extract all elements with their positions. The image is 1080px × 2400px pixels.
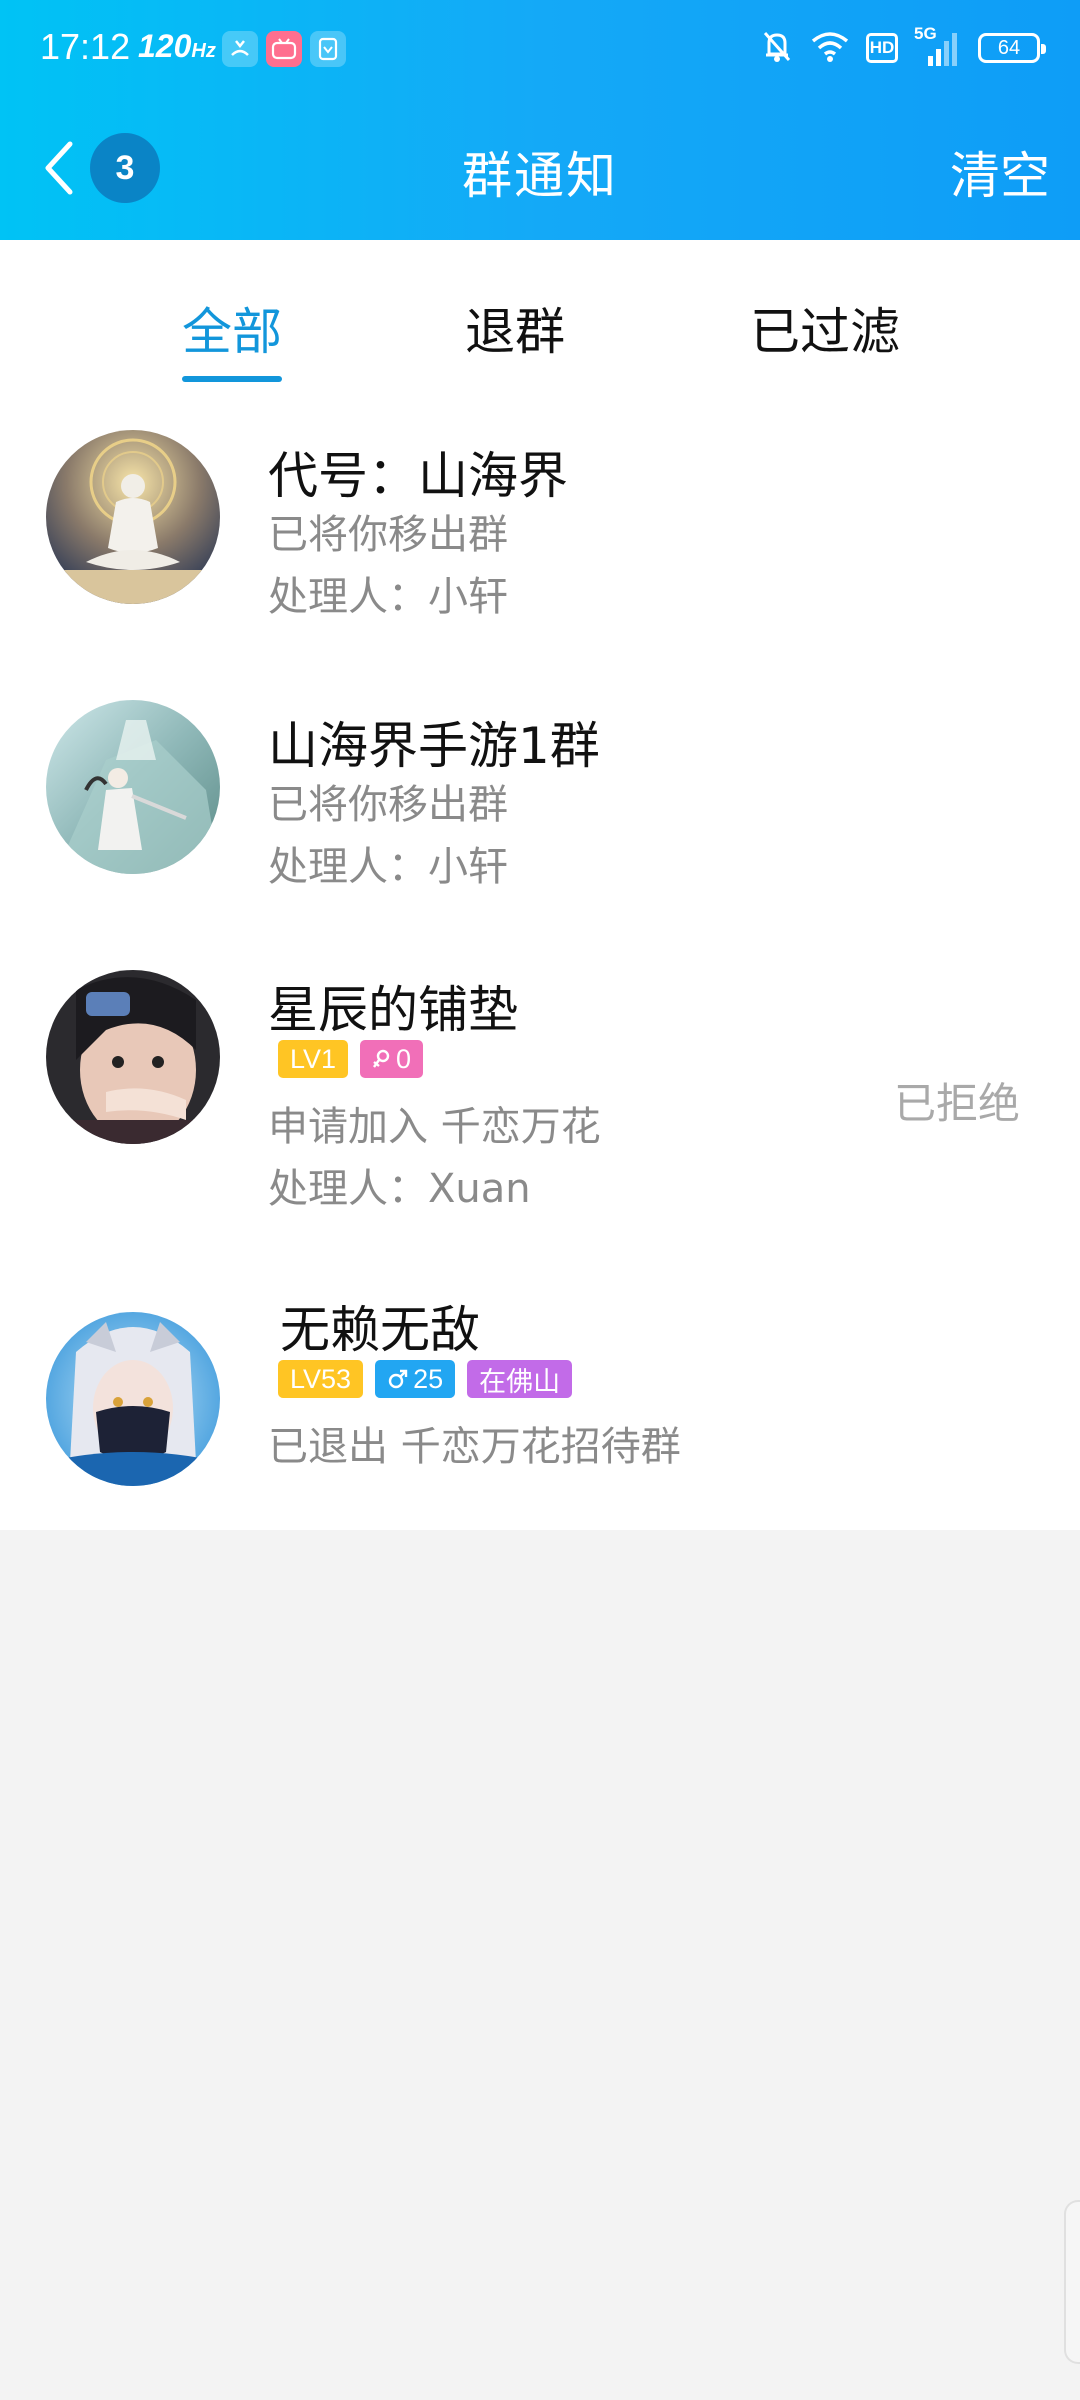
header: 17:12 120Hz HD 5G 64 3 群通知 清空 [0,0,1080,240]
edge-panel-handle[interactable] [1064,2200,1080,2364]
group-name: 代号：山海界 [268,447,568,505]
refresh-rate-unit: Hz [191,40,216,62]
handler-text: 处理人：小轩 [268,844,508,890]
tab-filtered[interactable]: 已过滤 [750,292,900,364]
refresh-rate-indicator: 120Hz [138,28,216,65]
status-bar: 17:12 120Hz HD 5G 64 [0,0,1080,96]
request-message: 申请加入 千恋万花 [268,1104,601,1150]
notification-message: 已退出 千恋万花招待群 [268,1424,681,1470]
age-value: 25 [413,1363,444,1394]
tab-quit-group-label: 退群 [465,303,565,361]
hd-voice-icon: HD [866,33,898,63]
gender-age-badge: 25 [375,1360,456,1398]
user-name: 星辰的铺垫 [268,981,518,1039]
app-notification-icon [310,31,346,67]
battery-icon: 64 [978,33,1046,63]
clear-button[interactable]: 清空 [950,136,1050,208]
tab-all-label: 全部 [182,303,282,361]
user-badges: LV1 0 [278,1040,424,1078]
female-icon [373,1049,390,1068]
status-indicators: HD 5G 64 [760,24,1046,70]
nav-bar: 3 群通知 清空 [0,96,1080,240]
status-rejected: 已拒绝 [893,1079,1020,1128]
page-title: 群通知 [462,147,618,205]
avatar[interactable] [46,1312,220,1486]
notification-message: 已将你移出群 [268,512,508,558]
notification-item[interactable]: 山海界手游1群 已将你移出群 处理人：小轩 [0,700,1080,950]
avatar[interactable] [46,700,220,874]
active-tab-indicator [182,376,282,382]
handler-text: 处理人：Xuan [268,1166,531,1212]
gender-age-badge: 0 [360,1040,424,1078]
notification-panel: 全部 退群 已过滤 代号：山海界 已将你移出群 处理人：小轩 山海界手游1群 已… [0,240,1080,1530]
handler-text: 处理人：小轩 [268,574,508,620]
notification-message: 已将你移出群 [268,782,508,828]
male-icon [388,1369,408,1389]
group-name: 山海界手游1群 [268,717,600,775]
notification-item[interactable]: 无赖无敌 LV53 25 在佛山 已退出 千恋万花招待群 [0,1290,1080,1510]
mute-bell-icon [760,28,794,68]
level-badge: LV1 [278,1040,349,1078]
location-badge: 在佛山 [467,1360,573,1398]
user-name: 无赖无敌 [280,1301,480,1359]
status-time: 17:12 [40,26,131,67]
avatar[interactable] [46,430,220,604]
cell-signal-icon: 5G [914,24,962,68]
missed-call-notification-icon [222,31,258,67]
level-badge: LV53 [278,1360,364,1398]
notification-item[interactable]: 星辰的铺垫 LV1 0 申请加入 千恋万花 处理人：Xuan 已拒绝 [0,970,1080,1270]
age-value: 0 [396,1043,412,1074]
avatar[interactable] [46,970,220,1144]
wifi-icon [810,29,850,67]
user-badges: LV53 25 在佛山 [278,1360,573,1398]
bilibili-notification-icon [266,31,302,67]
notification-item[interactable]: 代号：山海界 已将你移出群 处理人：小轩 [0,430,1080,680]
filter-tabs: 全部 退群 已过滤 [0,240,1080,382]
refresh-rate-value: 120 [138,28,192,64]
tab-all[interactable]: 全部 [182,292,282,382]
tab-quit-group[interactable]: 退群 [465,292,565,364]
tab-filtered-label: 已过滤 [750,303,900,361]
